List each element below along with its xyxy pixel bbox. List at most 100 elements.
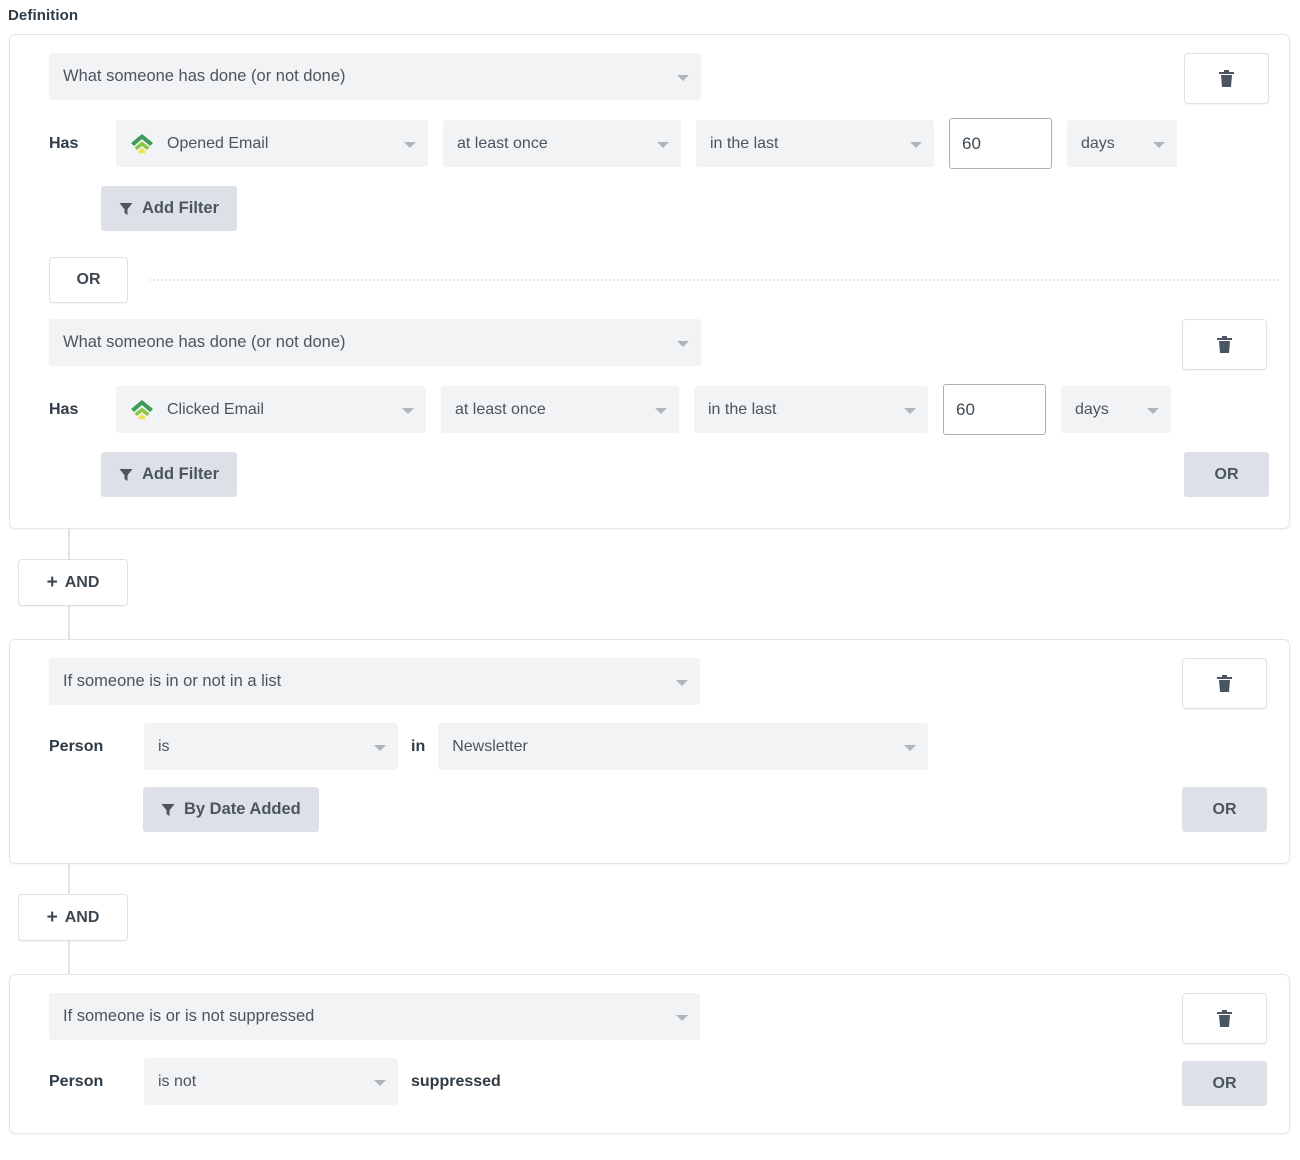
condition-type-row: What someone has done (or not done)	[10, 53, 1289, 104]
criteria-lead-label: Has	[49, 400, 79, 418]
timeframe-amount-input-2[interactable]	[943, 384, 1046, 435]
by-date-added-label: By Date Added	[184, 800, 301, 818]
preposition-label: in	[411, 737, 426, 755]
condition-group: If someone is or is not suppressed Perso…	[10, 975, 1289, 1133]
condition-type-select-4[interactable]: If someone is or is not suppressed	[49, 993, 700, 1040]
timeframe-unit-select-1[interactable]: days	[1067, 120, 1177, 167]
timeframe-unit-label: days	[1075, 400, 1109, 418]
delete-condition-button-2[interactable]	[1182, 319, 1267, 370]
list-operator-label: is	[158, 737, 170, 755]
definition-builder: Definition What someone has done (or not…	[0, 0, 1300, 1134]
timeframe-label: in the last	[710, 134, 779, 152]
condition-type-row: If someone is in or not in a list	[10, 658, 1289, 709]
filter-row: Add Filter	[10, 186, 1289, 238]
chevron-down-icon	[676, 679, 688, 686]
condition-group: What someone has done (or not done) Has	[10, 303, 1289, 528]
chevron-down-icon	[657, 141, 669, 148]
condition-card-list: If someone is in or not in a list Person…	[9, 639, 1290, 864]
add-filter-button-1[interactable]: Add Filter	[101, 186, 237, 231]
trash-icon	[1217, 335, 1232, 353]
filter-row: Add Filter OR	[10, 452, 1289, 504]
timeframe-label: in the last	[708, 400, 777, 418]
condition-type-label: If someone is or is not suppressed	[63, 1007, 315, 1025]
add-filter-label: Add Filter	[142, 465, 219, 483]
condition-type-row: If someone is or is not suppressed	[10, 993, 1289, 1044]
suppression-operator-label: is not	[158, 1072, 197, 1090]
page-title: Definition	[8, 7, 79, 24]
criteria-row: Has Clicked Email at least once in the l…	[10, 384, 1289, 435]
chevron-down-icon	[1147, 407, 1159, 414]
klaviyo-signal-icon	[131, 133, 153, 154]
timeframe-select-2[interactable]: in the last	[694, 386, 928, 433]
criteria-row: Has Opened Email at least once in the la…	[10, 118, 1289, 169]
add-and-condition-button-1[interactable]: + AND	[18, 559, 128, 606]
funnel-icon	[119, 202, 133, 215]
metric-label: Clicked Email	[167, 400, 264, 418]
criteria-lead-label: Person	[49, 737, 104, 755]
criteria-lead-label: Has	[49, 134, 79, 152]
chevron-down-icon	[676, 1014, 688, 1021]
filter-row: By Date Added OR	[10, 787, 1289, 839]
list-operator-select[interactable]: is	[144, 723, 398, 770]
plus-icon: +	[46, 572, 58, 593]
chevron-down-icon	[904, 407, 916, 414]
frequency-select-2[interactable]: at least once	[441, 386, 679, 433]
chevron-down-icon	[402, 407, 414, 414]
criteria-row: Person is in Newsletter	[10, 723, 1289, 770]
delete-condition-button-1[interactable]	[1184, 53, 1269, 104]
trash-icon	[1217, 674, 1232, 692]
klaviyo-signal-icon	[131, 399, 153, 420]
and-connector-2: + AND	[9, 864, 1300, 974]
condition-type-select-2[interactable]: What someone has done (or not done)	[49, 319, 701, 366]
add-filter-label: Add Filter	[142, 199, 219, 217]
condition-card-suppression: If someone is or is not suppressed Perso…	[9, 974, 1290, 1134]
add-filter-button-2[interactable]: Add Filter	[101, 452, 237, 497]
condition-type-select-1[interactable]: What someone has done (or not done)	[49, 53, 701, 100]
chevron-down-icon	[404, 141, 416, 148]
chevron-down-icon	[677, 74, 689, 81]
condition-card-behavior: What someone has done (or not done) Has	[9, 34, 1290, 529]
suppressed-label: suppressed	[411, 1072, 501, 1090]
chevron-down-icon	[677, 340, 689, 347]
condition-type-select-3[interactable]: If someone is in or not in a list	[49, 658, 700, 705]
or-toggle-button[interactable]: OR	[49, 257, 128, 303]
list-select[interactable]: Newsletter	[438, 723, 929, 770]
divider-line	[149, 279, 1279, 281]
funnel-icon	[119, 468, 133, 481]
metric-select-1[interactable]: Opened Email	[116, 120, 428, 167]
chevron-down-icon	[1153, 141, 1165, 148]
frequency-label: at least once	[455, 400, 546, 418]
add-and-condition-button-2[interactable]: + AND	[18, 894, 128, 941]
add-or-condition-button-3[interactable]: OR	[1182, 787, 1267, 832]
timeframe-unit-label: days	[1081, 134, 1115, 152]
and-label: AND	[64, 908, 100, 926]
metric-select-2[interactable]: Clicked Email	[116, 386, 426, 433]
chevron-down-icon	[904, 744, 917, 751]
suppression-operator-select[interactable]: is not	[144, 1058, 398, 1105]
timeframe-select-1[interactable]: in the last	[696, 120, 934, 167]
delete-condition-button-3[interactable]	[1182, 658, 1267, 709]
timeframe-unit-select-2[interactable]: days	[1061, 386, 1171, 433]
condition-type-row: What someone has done (or not done)	[10, 319, 1289, 370]
list-name-label: Newsletter	[452, 737, 528, 755]
timeframe-amount-input-1[interactable]	[949, 118, 1052, 169]
by-date-added-button[interactable]: By Date Added	[143, 787, 319, 832]
criteria-lead-label: Person	[49, 1072, 104, 1090]
chevron-down-icon	[374, 744, 386, 751]
condition-type-label: What someone has done (or not done)	[63, 67, 346, 85]
frequency-label: at least once	[457, 134, 548, 152]
chevron-down-icon	[374, 1079, 386, 1086]
chevron-down-icon	[655, 407, 667, 414]
delete-condition-button-4[interactable]	[1182, 993, 1267, 1044]
condition-type-label: What someone has done (or not done)	[63, 333, 346, 351]
add-or-condition-button-2[interactable]: OR	[1184, 452, 1269, 497]
condition-group: If someone is in or not in a list Person…	[10, 640, 1289, 863]
condition-type-label: If someone is in or not in a list	[63, 672, 282, 690]
or-divider: OR	[49, 257, 1279, 303]
and-connector-1: + AND	[9, 529, 1300, 639]
frequency-select-1[interactable]: at least once	[443, 120, 681, 167]
trash-icon	[1217, 1009, 1232, 1027]
add-or-condition-button-4[interactable]: OR	[1182, 1061, 1267, 1106]
criteria-row: Person is not suppressed OR	[10, 1058, 1289, 1106]
and-label: AND	[64, 573, 100, 591]
